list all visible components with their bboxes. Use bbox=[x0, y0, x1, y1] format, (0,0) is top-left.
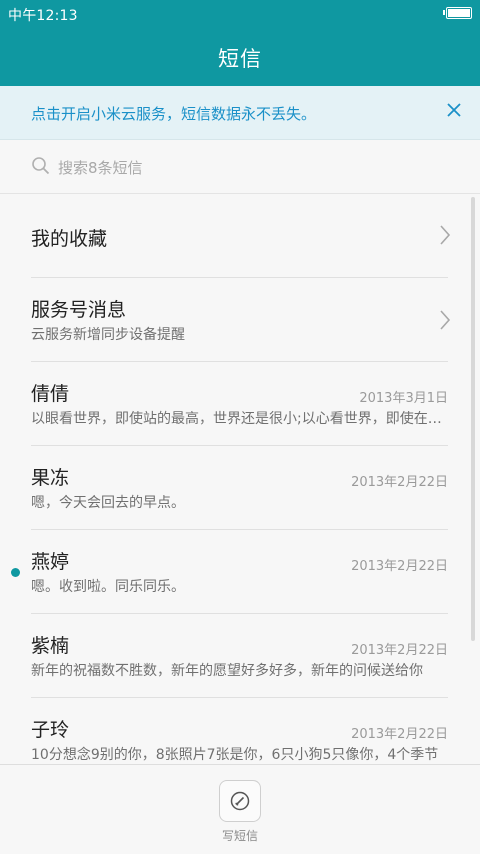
bottom-bar: 写短信 bbox=[0, 764, 480, 854]
list-item-service-messages[interactable]: 服务号消息 云服务新增同步设备提醒 bbox=[0, 278, 480, 362]
conversation-preview: 云服务新增同步设备提醒 bbox=[31, 327, 185, 343]
status-time: 中午12:13 bbox=[8, 8, 78, 24]
search-input[interactable]: 搜索8条短信 bbox=[58, 157, 143, 178]
conversation-preview: 嗯。收到啦。同乐同乐。 bbox=[31, 579, 185, 595]
conversation-date: 2013年2月22日 bbox=[351, 559, 448, 574]
chevron-right-icon bbox=[440, 225, 451, 245]
app-bar: 短信 bbox=[0, 28, 480, 86]
cloud-banner[interactable]: 点击开启小米云服务，短信数据永不丢失。 bbox=[0, 86, 480, 140]
conversation-name: 紫楠 bbox=[31, 635, 70, 657]
conversation-date: 2013年2月22日 bbox=[351, 475, 448, 490]
status-bar: 中午12:13 bbox=[0, 0, 480, 28]
list-item-favorites[interactable]: 我的收藏 bbox=[0, 194, 480, 278]
unread-dot bbox=[11, 568, 20, 577]
conversation-name: 果冻 bbox=[31, 467, 70, 489]
conversation-name: 子玲 bbox=[31, 719, 70, 741]
conversation-name: 燕婷 bbox=[31, 551, 70, 573]
search-bar[interactable]: 搜索8条短信 bbox=[0, 140, 480, 194]
conversation-list[interactable]: 我的收藏 服务号消息 云服务新增同步设备提醒 倩倩 2013年3月1日 以眼看世… bbox=[0, 194, 480, 764]
conversation-item[interactable]: 果冻 2013年2月22日 嗯，今天会回去的早点。 bbox=[0, 446, 480, 530]
conversation-name: 服务号消息 bbox=[31, 299, 127, 321]
chevron-right-icon bbox=[440, 310, 451, 330]
conversation-preview: 嗯，今天会回去的早点。 bbox=[31, 495, 185, 511]
conversation-name: 我的收藏 bbox=[31, 228, 108, 250]
conversation-preview: 10分想念9别的你，8张照片7张是你，6只小狗5只像你，4个季节 bbox=[31, 747, 439, 763]
compose-button[interactable] bbox=[219, 780, 261, 822]
conversation-item[interactable]: 子玲 2013年2月22日 10分想念9别的你，8张照片7张是你，6只小狗5只像… bbox=[0, 698, 480, 764]
search-icon bbox=[32, 157, 50, 175]
conversation-item[interactable]: 燕婷 2013年2月22日 嗯。收到啦。同乐同乐。 bbox=[0, 530, 480, 614]
battery-icon bbox=[443, 7, 472, 19]
compose-icon bbox=[230, 791, 250, 811]
compose-label[interactable]: 写短信 bbox=[0, 827, 480, 844]
conversation-date: 2013年3月1日 bbox=[359, 391, 448, 406]
conversation-name: 倩倩 bbox=[31, 383, 70, 405]
conversation-item[interactable]: 紫楠 2013年2月22日 新年的祝福数不胜数，新年的愿望好多好多，新年的问候送… bbox=[0, 614, 480, 698]
conversation-date: 2013年2月22日 bbox=[351, 643, 448, 658]
scrollbar[interactable] bbox=[471, 197, 475, 641]
cloud-banner-text[interactable]: 点击开启小米云服务，短信数据永不丢失。 bbox=[31, 103, 316, 124]
page-title: 短信 bbox=[218, 47, 262, 71]
conversation-preview: 新年的祝福数不胜数，新年的愿望好多好多，新年的问候送给你 bbox=[31, 663, 423, 679]
close-icon[interactable] bbox=[444, 100, 464, 120]
conversation-preview: 以眼看世界，即使站的最高，世界还是很小;以心看世界，即使在最低处，世界也是很大。 bbox=[31, 411, 449, 427]
conversation-item[interactable]: 倩倩 2013年3月1日 以眼看世界，即使站的最高，世界还是很小;以心看世界，即… bbox=[0, 362, 480, 446]
conversation-date: 2013年2月22日 bbox=[351, 727, 448, 742]
